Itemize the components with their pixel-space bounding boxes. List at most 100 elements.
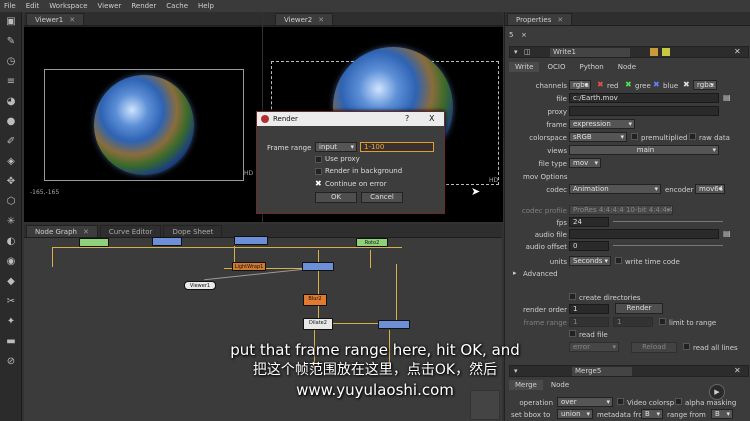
red-checkbox[interactable]: ✖ — [597, 80, 604, 89]
alpha-dropdown[interactable]: rgba. — [693, 80, 717, 90]
views-icon[interactable]: ◉ — [5, 256, 17, 268]
help-button[interactable]: ? — [405, 114, 409, 123]
viewer1-node[interactable]: Viewer1 — [184, 281, 216, 290]
set-bbox-dropdown[interactable]: union — [557, 409, 593, 419]
image-icon[interactable]: ▣ — [5, 16, 17, 28]
frame-dropdown[interactable]: expression — [569, 119, 635, 129]
merge-node[interactable] — [234, 236, 268, 245]
render-icon[interactable]: ◫ — [524, 48, 531, 56]
render-button[interactable]: Render — [615, 303, 663, 314]
filter-icon[interactable]: ● — [5, 116, 17, 128]
codec-profile-dropdown[interactable]: ProRes 4:4:4:4 10-bit 4:4:4:4/Mbit — [569, 205, 673, 215]
frame-range-end-field[interactable]: 1 — [613, 317, 653, 327]
tab-properties[interactable]: Properties ✕ — [507, 13, 573, 25]
close-icon[interactable]: ✕ — [557, 16, 563, 24]
file-type-dropdown[interactable]: mov — [569, 158, 601, 168]
advanced-label[interactable]: Advanced — [523, 270, 558, 278]
menu-help[interactable]: Help — [198, 2, 214, 10]
merge-node[interactable] — [378, 320, 410, 329]
collapse-icon[interactable]: ▾ — [514, 48, 518, 56]
menu-cache[interactable]: Cache — [166, 2, 188, 10]
transform-icon[interactable]: ✥ — [5, 176, 17, 188]
tab-curve-editor[interactable]: Curve Editor — [99, 225, 162, 237]
channel-icon[interactable]: ≡ — [5, 76, 17, 88]
blue-checkbox[interactable]: ✖ — [653, 80, 660, 89]
dilate-node[interactable]: Dilate2 — [303, 318, 333, 330]
max-panels-count[interactable]: 5 — [509, 31, 513, 39]
continue-on-error-checkbox[interactable]: ✖ — [315, 179, 322, 188]
fps-slider[interactable] — [613, 221, 723, 222]
menu-render[interactable]: Render — [131, 2, 156, 10]
time-icon[interactable]: ◷ — [5, 56, 17, 68]
tab-dope-sheet[interactable]: Dope Sheet — [163, 225, 223, 237]
proxy-field[interactable] — [569, 106, 719, 116]
blur-node[interactable]: Blur2 — [303, 294, 327, 306]
close-icon[interactable]: ✕ — [734, 47, 741, 56]
green-checkbox[interactable]: ✖ — [625, 80, 632, 89]
gl-color-icon[interactable] — [662, 48, 670, 56]
clear-panels-icon[interactable]: ⨯ — [521, 31, 527, 39]
render-order-field[interactable]: 1 — [569, 304, 609, 314]
audio-offset-field[interactable]: 0 — [569, 241, 609, 251]
raw-data-checkbox[interactable] — [689, 133, 696, 140]
folder-browse-icon[interactable]: ▤ — [723, 229, 731, 238]
menu-edit[interactable]: Edit — [26, 2, 40, 10]
merge-node[interactable] — [302, 262, 334, 271]
draw-icon[interactable]: ✎ — [5, 36, 17, 48]
cancel-button[interactable]: Cancel — [361, 192, 403, 203]
close-icon[interactable]: ✕ — [318, 16, 324, 24]
frame-range-mode-dropdown[interactable]: input — [315, 142, 357, 152]
alpha-checkbox[interactable]: ✖ — [683, 80, 690, 89]
tab-viewer2[interactable]: Viewer2 ✕ — [275, 13, 334, 25]
limit-to-range-checkbox[interactable] — [659, 318, 666, 325]
metadata-icon[interactable]: ◆ — [5, 276, 17, 288]
premultiplied-checkbox[interactable] — [631, 133, 638, 140]
use-proxy-checkbox[interactable] — [315, 156, 322, 163]
read-file-checkbox[interactable] — [569, 330, 576, 337]
node-name-field[interactable]: Write1 — [550, 48, 630, 57]
write-time-code-checkbox[interactable] — [615, 257, 622, 264]
fps-field[interactable]: 24 — [569, 217, 609, 227]
encoder-dropdown[interactable]: mov64 — [695, 184, 725, 194]
particles-icon[interactable]: ✳ — [5, 216, 17, 228]
tab-node[interactable]: Node — [612, 62, 642, 72]
close-button[interactable]: X — [429, 114, 434, 123]
close-icon[interactable]: ✕ — [69, 16, 75, 24]
deep-icon[interactable]: ◐ — [5, 236, 17, 248]
toolsets-icon[interactable]: ✂ — [5, 296, 17, 308]
color-icon[interactable]: ◕ — [5, 96, 17, 108]
file-field[interactable]: c:/Earth.mov — [569, 93, 719, 103]
tab-viewer1[interactable]: Viewer1 ✕ — [26, 13, 85, 25]
colorspace-dropdown[interactable]: sRGB — [569, 132, 627, 142]
roto-node[interactable]: Roto2 — [356, 238, 388, 247]
tab-python[interactable]: Python — [573, 62, 609, 72]
menu-viewer[interactable]: Viewer — [98, 2, 122, 10]
channels-dropdown[interactable]: rgba — [569, 80, 591, 90]
close-icon[interactable]: ✕ — [83, 228, 89, 236]
audio-file-field[interactable] — [569, 229, 719, 239]
3d-icon[interactable]: ⬡ — [5, 196, 17, 208]
other-icon[interactable]: ✦ — [5, 316, 17, 328]
tab-write[interactable]: Write — [509, 62, 540, 72]
expand-icon[interactable]: ▸ — [513, 269, 517, 277]
frame-range-input[interactable]: 1-100 — [360, 142, 434, 152]
menu-file[interactable]: File — [4, 2, 16, 10]
merge-node[interactable] — [152, 237, 182, 246]
merge-icon[interactable]: ◈ — [5, 156, 17, 168]
render-background-checkbox[interactable] — [315, 168, 322, 175]
codec-dropdown[interactable]: Animation — [569, 184, 661, 194]
tab-node-graph[interactable]: Node Graph ✕ — [26, 225, 98, 237]
units-dropdown[interactable]: Seconds — [569, 256, 611, 266]
audio-offset-slider[interactable] — [613, 245, 723, 246]
lightwrap-node[interactable]: LightWrap1 — [232, 262, 266, 271]
read-node[interactable] — [79, 238, 109, 247]
tab-ocio[interactable]: OCIO — [541, 62, 571, 72]
tile-color-icon[interactable] — [650, 48, 658, 56]
viewer1-canvas[interactable]: -165,-165 — [24, 27, 262, 222]
range-from-dropdown[interactable]: B — [711, 409, 733, 419]
metadata-dropdown[interactable]: B — [641, 409, 663, 419]
folder-browse-icon[interactable]: ▤ — [723, 93, 731, 102]
create-directories-checkbox[interactable] — [569, 293, 576, 300]
ok-button[interactable]: OK — [315, 192, 357, 203]
menu-workspace[interactable]: Workspace — [49, 2, 87, 10]
